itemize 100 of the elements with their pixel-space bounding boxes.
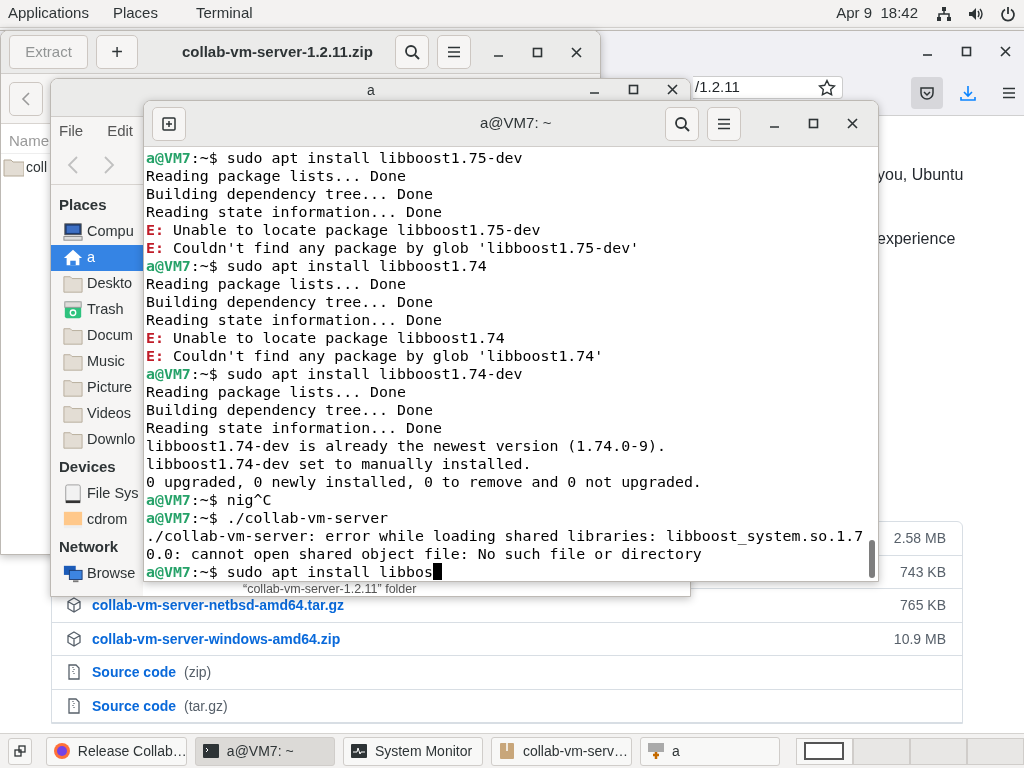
sidebar-item[interactable]: a [51, 245, 143, 271]
sidebar-item[interactable]: Docum [51, 323, 143, 349]
top-menu[interactable]: Applications [8, 2, 89, 25]
terminal-line: a@VM7:~$ sudo apt install libbos [146, 563, 869, 581]
terminal-line: libboost1.74-dev is already the newest version (1.74.0-9). [146, 437, 667, 455]
new-tab-icon [161, 115, 177, 132]
drive-icon [646, 742, 665, 760]
taskbar-button[interactable]: Release Collab… [45, 736, 187, 766]
sidebar-item[interactable]: File Sys [51, 481, 143, 507]
sidebar-item[interactable]: Compu [51, 219, 143, 245]
sidebar-item[interactable]: Trash [51, 297, 143, 323]
network-icon[interactable] [936, 5, 952, 22]
close-icon[interactable] [998, 43, 1013, 59]
zip-file-icon [66, 697, 82, 714]
trash-icon [63, 300, 83, 320]
file-size: 10.9 MB [893, 630, 946, 647]
terminal-line: Building dependency tree... Done [146, 401, 434, 419]
terminal-line: a@VM7:~$ sudo apt install libboost1.75-dev [146, 149, 524, 167]
pocket-icon [919, 85, 935, 101]
section-heading: Devices [58, 456, 116, 477]
asset-link[interactable]: collab-vm-server-windows-amd64.zip [92, 630, 341, 647]
sidebar-item[interactable]: Browse [51, 561, 143, 587]
clock[interactable]: Apr 9 18:42 [836, 2, 918, 25]
folder-icon [63, 378, 83, 398]
taskbar-button[interactable]: collab-vm-serv… [490, 736, 632, 766]
bookmark-star-icon[interactable] [818, 78, 836, 97]
terminal-line: Reading package lists... Done [146, 383, 407, 401]
folder-icon [63, 352, 83, 372]
terminal-line: libboost1.74-dev set to manually installed. [146, 455, 533, 473]
folder-icon [3, 157, 24, 177]
browser-icon [52, 742, 71, 760]
file-name[interactable]: coll [26, 156, 47, 178]
taskbar-button[interactable]: a [639, 736, 780, 766]
window-title: a@VM7: ~ [480, 113, 552, 134]
menu-button[interactable] [437, 35, 471, 69]
menu-icon [446, 44, 462, 60]
terminal-line: E: Unable to locate package libboost1.75-dev [146, 221, 542, 239]
download-icon[interactable] [959, 84, 977, 102]
asset-link[interactable]: Source code [92, 664, 177, 681]
sidebar-item[interactable]: Music [51, 349, 143, 375]
box-icon [497, 742, 516, 760]
url-text: /1.2.11 [695, 77, 740, 98]
menu-item[interactable]: File [59, 119, 84, 143]
search-button[interactable] [665, 106, 699, 141]
sidebar-item[interactable]: Videos [51, 401, 143, 427]
file-format: (zip) [184, 664, 212, 681]
show-desktop-button[interactable] [8, 737, 32, 765]
sidebar-item[interactable]: Picture [51, 375, 143, 401]
window-title: collab-vm-server-1.2.11.zip [182, 41, 373, 62]
workspace-button[interactable] [796, 737, 853, 765]
top-menu[interactable]: Places [112, 2, 158, 25]
status-text: “collab-vm-server-1.2.11” folder [243, 583, 417, 596]
add-button[interactable]: + [96, 35, 138, 69]
terminal-icon [201, 742, 220, 760]
close-icon[interactable] [569, 44, 584, 60]
asset-link[interactable]: collab-vm-server-netbsd-amd64.tar.gz [92, 597, 345, 614]
folder-icon [63, 404, 83, 424]
asset-link[interactable]: Source code [92, 697, 177, 714]
sidebar-item[interactable]: Downlo [51, 427, 143, 453]
monitor-icon [349, 742, 368, 760]
terminal-line: a@VM7:~$ sudo apt install libboost1.74-dev [146, 365, 524, 383]
terminal-line: 0 upgraded, 0 newly installed, 0 to remove and 0 not upgraded. [146, 473, 703, 491]
maximize-icon[interactable] [626, 82, 641, 97]
top-menu[interactable]: Terminal [195, 2, 253, 25]
menu-button[interactable] [707, 106, 741, 141]
search-button[interactable] [395, 35, 429, 69]
url-field[interactable]: /1.2.11 [693, 76, 843, 99]
terminal-line: a@VM7:~$ nig^C [146, 491, 273, 509]
file-size: 2.58 MB [893, 530, 946, 547]
terminal-line: E: Couldn't find any package by glob 'libboost1.74' [146, 347, 605, 365]
terminal-line: Reading state information... Done [146, 311, 443, 329]
folder-icon [63, 274, 83, 294]
terminal-line: Reading package lists... Done [146, 167, 407, 185]
menu-item[interactable]: Edit [107, 119, 134, 143]
terminal-line: Reading state information... Done [146, 203, 443, 221]
terminal-line: E: Unable to locate package libboost1.74 [146, 329, 506, 347]
terminal-line: Building dependency tree... Done [146, 293, 434, 311]
taskbar-button[interactable]: a@VM7: ~ [194, 736, 335, 766]
new-tab-button[interactable] [152, 106, 186, 141]
maximize-icon[interactable] [806, 116, 821, 131]
taskbar-button[interactable]: System Monitor [342, 736, 483, 766]
folder-icon [63, 430, 83, 450]
pocket-button[interactable] [911, 77, 943, 109]
window-title: a [367, 82, 375, 98]
search-icon [404, 44, 420, 60]
file-size: 743 KB [900, 563, 946, 580]
terminal-line: Reading package lists... Done [146, 275, 407, 293]
back-icon [20, 91, 32, 106]
sidebar-item[interactable]: cdrom [51, 507, 143, 533]
menu-icon[interactable] [1001, 85, 1017, 101]
sidebar-item[interactable]: Deskto [51, 271, 143, 297]
power-icon[interactable] [1000, 5, 1016, 22]
search-icon [674, 115, 690, 132]
scrollbar-thumb[interactable] [869, 540, 875, 578]
close-icon[interactable] [665, 82, 680, 97]
terminal-line: a@VM7:~$ ./collab-vm-server [146, 509, 390, 527]
close-icon[interactable] [845, 116, 860, 131]
windows-icon [13, 745, 26, 757]
section-heading: Network [58, 536, 119, 557]
network-folder-icon [63, 564, 83, 584]
